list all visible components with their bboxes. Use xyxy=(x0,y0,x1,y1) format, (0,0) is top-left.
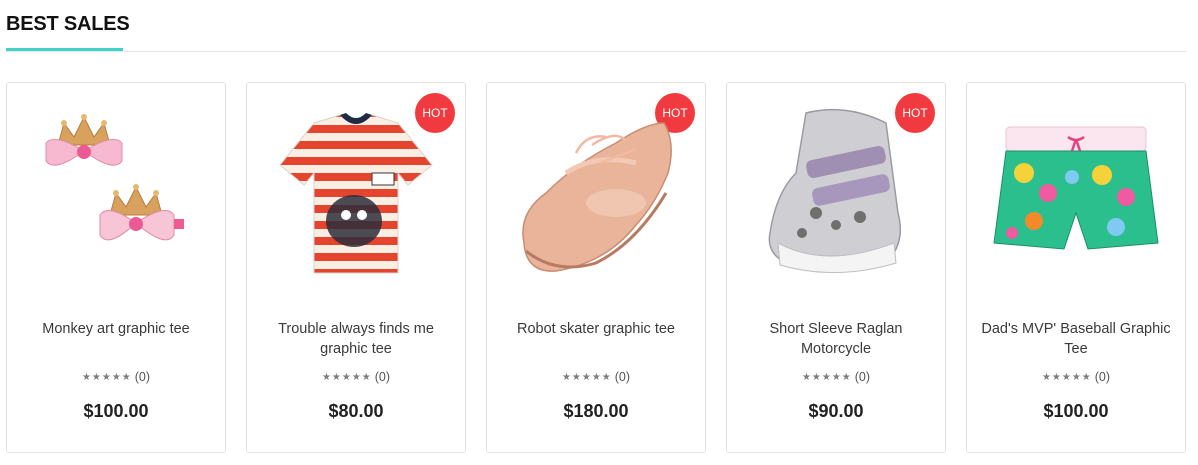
header-divider xyxy=(6,51,1186,52)
product-price: $90.00 xyxy=(808,401,864,421)
product-rating: ★★★★★ (0) xyxy=(727,370,945,384)
product-name[interactable]: Monkey art graphic tee xyxy=(17,319,215,339)
product-card[interactable]: Monkey art graphic tee ★★★★★ (0) $100.00 xyxy=(6,82,226,453)
star-rating-icon: ★★★★★ xyxy=(321,372,372,383)
product-rating: ★★★★★ (0) xyxy=(247,370,465,384)
product-rating: ★★★★★ (0) xyxy=(7,370,225,384)
product-name[interactable]: Robot skater graphic tee xyxy=(497,319,695,339)
product-card[interactable]: Dad's MVP' Baseball Graphic Tee ★★★★★ (0)… xyxy=(966,82,1186,453)
header-accent-bar xyxy=(6,48,123,51)
product-image-hair-clips[interactable] xyxy=(16,93,216,293)
star-rating-icon: ★★★★★ xyxy=(561,372,612,383)
product-name[interactable]: Short Sleeve Raglan Motorcycle xyxy=(737,319,935,359)
product-image-oxford-shoe[interactable] xyxy=(496,93,696,293)
product-price: $80.00 xyxy=(328,401,384,421)
product-image-floral-shorts[interactable] xyxy=(976,93,1176,293)
star-rating-icon: ★★★★★ xyxy=(81,372,132,383)
product-image-striped-tee[interactable] xyxy=(256,93,456,293)
product-card[interactable]: HOT Robot skater graphic tee ★★★★★ (0) $1… xyxy=(486,82,706,453)
product-price: $100.00 xyxy=(1043,401,1109,421)
review-count: (0) xyxy=(854,370,871,384)
star-rating-icon: ★★★★★ xyxy=(801,372,852,383)
section-title: BEST SALES xyxy=(6,13,130,35)
review-count: (0) xyxy=(374,370,391,384)
section-header: BEST SALES xyxy=(6,0,1186,52)
product-price: $180.00 xyxy=(563,401,629,421)
product-name[interactable]: Dad's MVP' Baseball Graphic Tee xyxy=(977,319,1175,359)
star-rating-icon: ★★★★★ xyxy=(1041,372,1092,383)
product-rating: ★★★★★ (0) xyxy=(487,370,705,384)
product-name[interactable]: Trouble always finds me graphic tee xyxy=(257,319,455,359)
review-count: (0) xyxy=(1094,370,1111,384)
product-price: $100.00 xyxy=(83,401,149,421)
product-image-sneaker[interactable] xyxy=(736,93,936,293)
review-count: (0) xyxy=(134,370,151,384)
review-count: (0) xyxy=(614,370,631,384)
product-card[interactable]: HOT Trouble always finds me graphic tee … xyxy=(246,82,466,453)
product-rating: ★★★★★ (0) xyxy=(967,370,1185,384)
product-card[interactable]: HOT Short Sleeve Raglan Motorcycle ★★★★★… xyxy=(726,82,946,453)
